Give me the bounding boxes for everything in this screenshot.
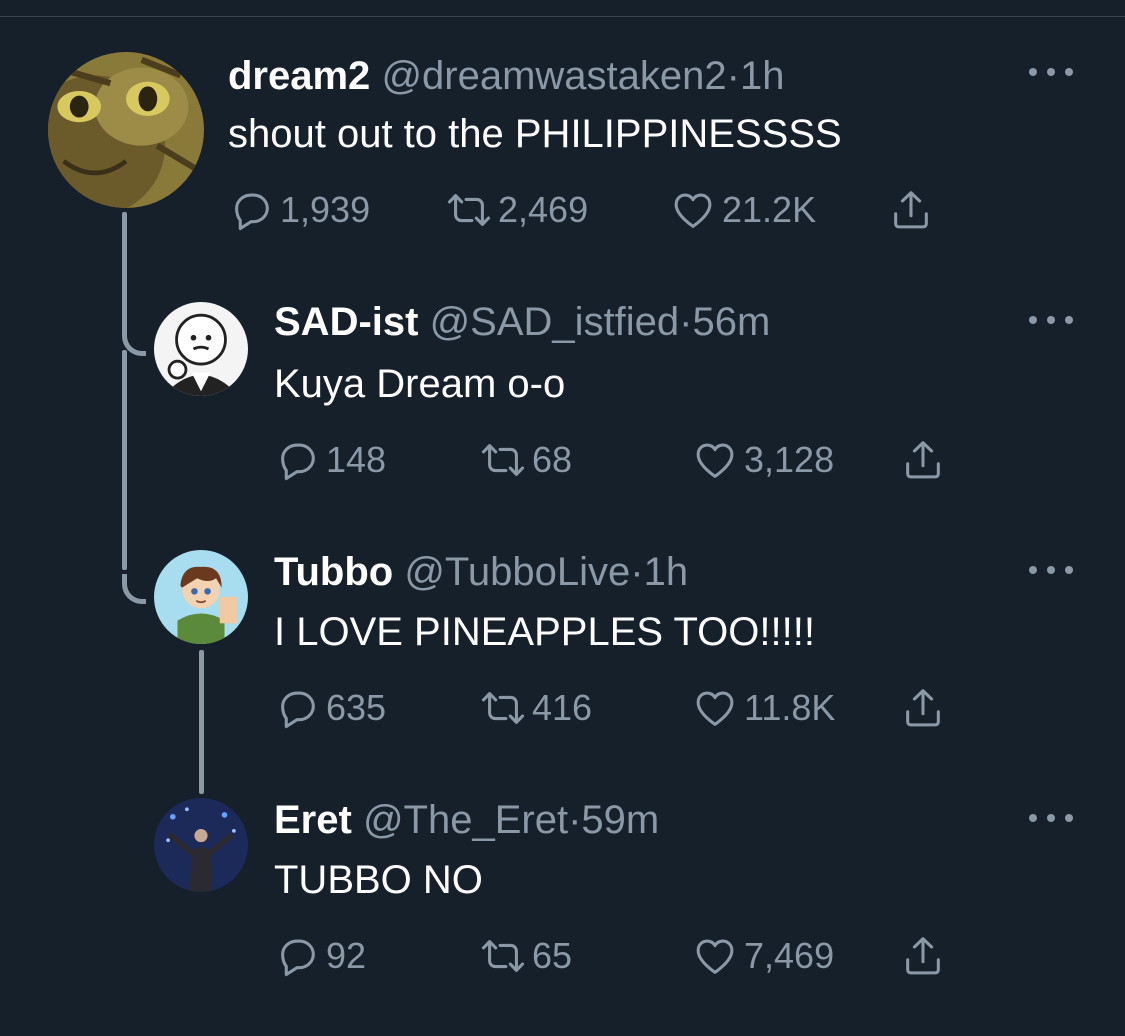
display-name[interactable]: SAD-ist [274, 300, 418, 344]
timestamp[interactable]: 1h [644, 550, 689, 594]
tweet-header: SAD-ist @SAD_istfied·56m [274, 300, 770, 344]
tweet-sad-ist[interactable]: SAD-ist @SAD_istfied·56m Kuya Dream o-o … [0, 290, 1125, 540]
like-count: 21.2K [722, 189, 817, 230]
reply-count: 148 [326, 439, 387, 480]
avatar[interactable] [48, 52, 204, 208]
like-button[interactable]: 3,128 [692, 436, 834, 484]
timestamp[interactable]: 56m [693, 300, 771, 344]
tweet-actions: 148 68 3,128 [274, 436, 964, 484]
retweet-count: 65 [532, 935, 573, 976]
tweet-text: TUBBO NO [274, 858, 483, 902]
retweet-button[interactable]: 416 [480, 684, 592, 732]
tubbo-avatar-image [154, 550, 248, 644]
retweet-icon [480, 437, 526, 483]
tweet-header: dream2 @dreamwastaken2·1h [228, 54, 784, 98]
avatar[interactable] [154, 550, 248, 644]
share-button[interactable] [900, 684, 946, 732]
tweet-header: Eret @The_Eret·59m [274, 798, 659, 842]
like-count: 11.8K [744, 687, 836, 728]
more-icon[interactable] [1029, 558, 1073, 582]
retweet-button[interactable]: 65 [480, 932, 572, 980]
more-icon[interactable] [1029, 308, 1073, 332]
like-button[interactable]: 7,469 [692, 932, 834, 980]
share-icon [900, 685, 946, 731]
share-button[interactable] [888, 186, 934, 234]
user-handle[interactable]: @The_Eret [363, 798, 568, 842]
reply-button[interactable]: 635 [274, 684, 386, 732]
user-handle[interactable]: @TubboLive [404, 550, 630, 594]
display-name[interactable]: Tubbo [274, 550, 393, 594]
like-count: 7,469 [744, 935, 835, 976]
retweet-count: 416 [532, 687, 593, 728]
retweet-icon [480, 685, 526, 731]
tweet-actions: 1,939 2,469 21.2K [228, 186, 948, 234]
user-handle[interactable]: @dreamwastaken2 [381, 54, 726, 98]
tweet-text: Kuya Dream o-o [274, 362, 566, 406]
heart-icon [692, 933, 738, 979]
reply-count: 1,939 [280, 189, 371, 230]
tweet-text: I LOVE PINEAPPLES TOO!!!!! [274, 610, 815, 654]
retweet-count: 2,469 [498, 189, 589, 230]
timestamp[interactable]: 59m [581, 798, 659, 842]
cat-avatar-image [48, 52, 204, 208]
like-button[interactable]: 21.2K [670, 186, 816, 234]
reply-button[interactable]: 92 [274, 932, 366, 980]
heart-icon [692, 437, 738, 483]
separator-dot: · [679, 300, 693, 344]
retweet-icon [446, 187, 492, 233]
retweet-icon [480, 933, 526, 979]
more-icon[interactable] [1029, 806, 1073, 830]
share-icon [900, 437, 946, 483]
avatar[interactable] [154, 302, 248, 396]
tweet-text: shout out to the PHILIPPINESSSS [228, 112, 842, 156]
like-count: 3,128 [744, 439, 835, 480]
display-name[interactable]: dream2 [228, 54, 370, 98]
reply-count: 635 [326, 687, 387, 728]
eret-avatar-image [154, 798, 248, 892]
tweet-eret[interactable]: Eret @The_Eret·59m TUBBO NO 92 65 7,469 [0, 786, 1125, 1036]
tweet-dream2[interactable]: dream2 @dreamwastaken2·1h shout out to t… [0, 40, 1125, 290]
like-button[interactable]: 11.8K [692, 684, 835, 732]
share-button[interactable] [900, 932, 946, 980]
reply-count: 92 [326, 935, 367, 976]
tweet-actions: 92 65 7,469 [274, 932, 964, 980]
reply-icon [274, 437, 320, 483]
tweet-header: Tubbo @TubboLive·1h [274, 550, 688, 594]
sad-avatar-image [154, 302, 248, 396]
reply-icon [228, 187, 274, 233]
more-icon[interactable] [1029, 60, 1073, 84]
tweet-tubbo[interactable]: Tubbo @TubboLive·1h I LOVE PINEAPPLES TO… [0, 538, 1125, 788]
reply-button[interactable]: 148 [274, 436, 386, 484]
heart-icon [692, 685, 738, 731]
reply-icon [274, 685, 320, 731]
display-name[interactable]: Eret [274, 798, 352, 842]
separator-dot: · [726, 54, 740, 98]
user-handle[interactable]: @SAD_istfied [430, 300, 680, 344]
retweet-button[interactable]: 68 [480, 436, 572, 484]
separator-dot: · [630, 550, 644, 594]
retweet-button[interactable]: 2,469 [446, 186, 588, 234]
reply-button[interactable]: 1,939 [228, 186, 370, 234]
separator-dot: · [568, 798, 582, 842]
share-icon [888, 187, 934, 233]
reply-icon [274, 933, 320, 979]
heart-icon [670, 187, 716, 233]
avatar[interactable] [154, 798, 248, 892]
retweet-count: 68 [532, 439, 573, 480]
top-divider [0, 16, 1125, 17]
tweet-actions: 635 416 11.8K [274, 684, 964, 732]
share-button[interactable] [900, 436, 946, 484]
share-icon [900, 933, 946, 979]
timestamp[interactable]: 1h [740, 54, 785, 98]
